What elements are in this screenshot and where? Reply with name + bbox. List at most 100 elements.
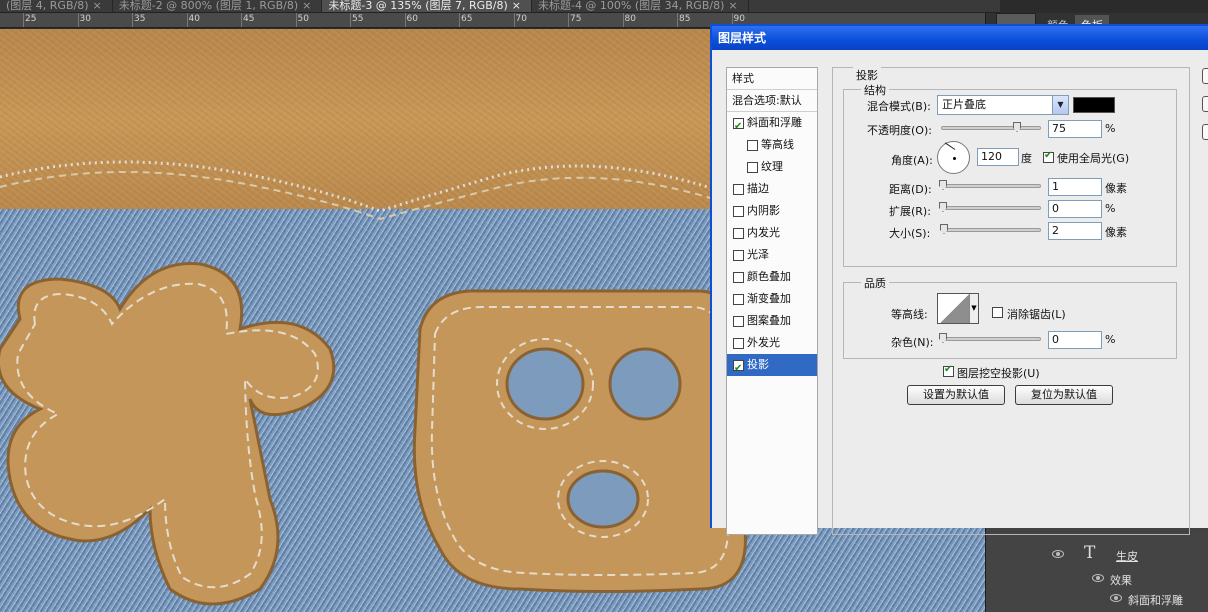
noise-unit: % — [1105, 333, 1116, 346]
opacity-label: 不透明度(O): — [867, 124, 932, 137]
ruler-tick — [622, 13, 624, 27]
style-item[interactable]: 内发光 — [727, 222, 817, 244]
distance-unit: 像素 — [1105, 182, 1127, 195]
visibility-eye-icon[interactable] — [1110, 594, 1122, 602]
knockout-checkbox[interactable] — [943, 364, 954, 377]
style-item-checkbox[interactable] — [733, 228, 744, 239]
percent-unit: % — [1105, 122, 1116, 135]
leather-shape-right — [412, 289, 747, 593]
style-item-label: 描边 — [747, 182, 769, 195]
style-item-checkbox[interactable] — [747, 162, 758, 173]
ruler-tick — [677, 13, 678, 27]
layer-style-dialog: 图层样式 样式 混合选项:默认 斜面和浮雕等高线纹理描边内阴影内发光光泽颜色叠加… — [710, 24, 1208, 535]
style-item-checkbox[interactable] — [733, 116, 744, 138]
style-item-checkbox[interactable] — [733, 206, 744, 217]
effects-label: 效果 — [1110, 574, 1132, 587]
noise-input[interactable]: 0 — [1048, 331, 1102, 349]
distance-slider[interactable] — [939, 180, 1041, 190]
spread-unit: % — [1105, 202, 1116, 215]
visibility-eye-icon[interactable] — [1052, 550, 1064, 558]
tab-label: (图层 4, RGB/8) — [6, 0, 89, 12]
close-tab-icon[interactable]: × — [93, 0, 102, 12]
style-item-checkbox[interactable] — [747, 140, 758, 151]
effects-row[interactable]: 效果 — [986, 569, 1208, 591]
close-tab-icon[interactable]: × — [728, 0, 737, 12]
document-tab[interactable]: (图层 4, RGB/8) × — [0, 0, 113, 12]
opacity-input[interactable]: 75 — [1048, 120, 1102, 138]
antialias-checkbox[interactable] — [992, 307, 1003, 318]
effect-item-row[interactable]: 斜面和浮雕 — [986, 589, 1208, 611]
style-item[interactable]: 等高线 — [727, 134, 817, 156]
style-item-checkbox[interactable] — [733, 316, 744, 327]
opacity-slider[interactable] — [941, 122, 1041, 132]
spread-slider[interactable] — [939, 202, 1041, 212]
global-light-checkbox[interactable] — [1043, 150, 1054, 163]
structure-title: 结构 — [861, 82, 889, 98]
quality-title: 品质 — [861, 275, 889, 291]
blending-options[interactable]: 混合选项:默认 — [727, 90, 817, 112]
style-item[interactable]: 光泽 — [727, 244, 817, 266]
ruler-tick — [23, 13, 24, 27]
angle-dial[interactable] — [937, 141, 970, 174]
knockout-label[interactable]: 图层挖空投影(U) — [957, 365, 1040, 381]
style-item[interactable]: 渐变叠加 — [727, 288, 817, 310]
document-tab[interactable]: 未标题-2 @ 800% (图层 1, RGB/8) × — [113, 0, 323, 12]
style-item-checkbox[interactable] — [733, 338, 744, 349]
style-item[interactable]: 纹理 — [727, 156, 817, 178]
cancel-button-edge[interactable] — [1202, 96, 1208, 112]
spread-input[interactable]: 0 — [1048, 200, 1102, 218]
size-unit: 像素 — [1105, 226, 1127, 239]
size-input[interactable]: 2 — [1048, 222, 1102, 240]
tab-label: 未标题-2 @ 800% (图层 1, RGB/8) — [118, 0, 299, 12]
ruler-label: 30 — [79, 14, 91, 24]
document-tab-active[interactable]: 未标题-3 @ 135% (图层 7, RGB/8) × — [322, 0, 532, 12]
style-item[interactable]: 投影 — [727, 354, 817, 380]
noise-slider[interactable] — [939, 333, 1041, 343]
make-default-button[interactable]: 设置为默认值 — [907, 385, 1005, 405]
document-tab[interactable]: 未标题-4 @ 100% (图层 34, RGB/8) × — [532, 0, 749, 12]
layer-name[interactable]: 生皮 — [1116, 548, 1138, 564]
style-item-checkbox[interactable] — [733, 250, 744, 261]
ok-button-edge[interactable] — [1202, 68, 1208, 84]
style-item[interactable]: 描边 — [727, 178, 817, 200]
style-item[interactable]: 图案叠加 — [727, 310, 817, 332]
style-item[interactable]: 斜面和浮雕 — [727, 112, 817, 138]
style-item[interactable]: 颜色叠加 — [727, 266, 817, 288]
distance-input[interactable]: 1 — [1048, 178, 1102, 196]
antialias-label[interactable]: 消除锯齿(L) — [1007, 306, 1066, 322]
ruler-tick — [459, 13, 460, 27]
style-item-label: 等高线 — [761, 138, 794, 151]
style-item[interactable]: 外发光 — [727, 332, 817, 354]
style-item-checkbox[interactable] — [733, 184, 744, 195]
new-style-button-edge[interactable] — [1202, 124, 1208, 140]
close-tab-icon[interactable]: × — [512, 0, 521, 12]
style-list-header[interactable]: 样式 — [727, 68, 817, 90]
ruler-label: 40 — [188, 14, 200, 24]
ruler-label: 60 — [406, 14, 418, 24]
ruler-tick — [295, 13, 297, 27]
chevron-down-icon[interactable]: ▼ — [969, 294, 978, 323]
style-item[interactable]: 内阴影 — [727, 200, 817, 222]
style-item-checkbox[interactable] — [733, 358, 744, 380]
ruler-label: 50 — [297, 14, 309, 24]
blend-mode-select[interactable]: 正片叠底 ▼ — [937, 95, 1069, 115]
visibility-eye-icon[interactable] — [1092, 574, 1104, 582]
global-light-label[interactable]: 使用全局光(G) — [1057, 150, 1129, 166]
style-item-checkbox[interactable] — [733, 272, 744, 283]
close-tab-icon[interactable]: × — [302, 0, 311, 12]
document-tab-bar: (图层 4, RGB/8) × 未标题-2 @ 800% (图层 1, RGB/8… — [0, 0, 1000, 13]
layer-row[interactable]: T 生皮 — [986, 541, 1208, 567]
dialog-title[interactable]: 图层样式 — [712, 26, 1208, 50]
contour-picker[interactable]: ▼ — [937, 293, 979, 324]
style-item-label: 内阴影 — [747, 204, 780, 217]
size-slider[interactable] — [940, 224, 1041, 234]
shadow-color-swatch[interactable] — [1073, 97, 1115, 113]
style-item-checkbox[interactable] — [733, 294, 744, 305]
chevron-down-icon: ▼ — [1052, 96, 1068, 114]
ruler-label: 90 — [733, 14, 745, 24]
blend-mode-value: 正片叠底 — [942, 98, 986, 111]
angle-input[interactable]: 120 — [977, 148, 1019, 166]
reset-default-button[interactable]: 复位为默认值 — [1015, 385, 1113, 405]
ruler-tick — [350, 13, 351, 27]
cutout-bottom — [566, 469, 640, 529]
